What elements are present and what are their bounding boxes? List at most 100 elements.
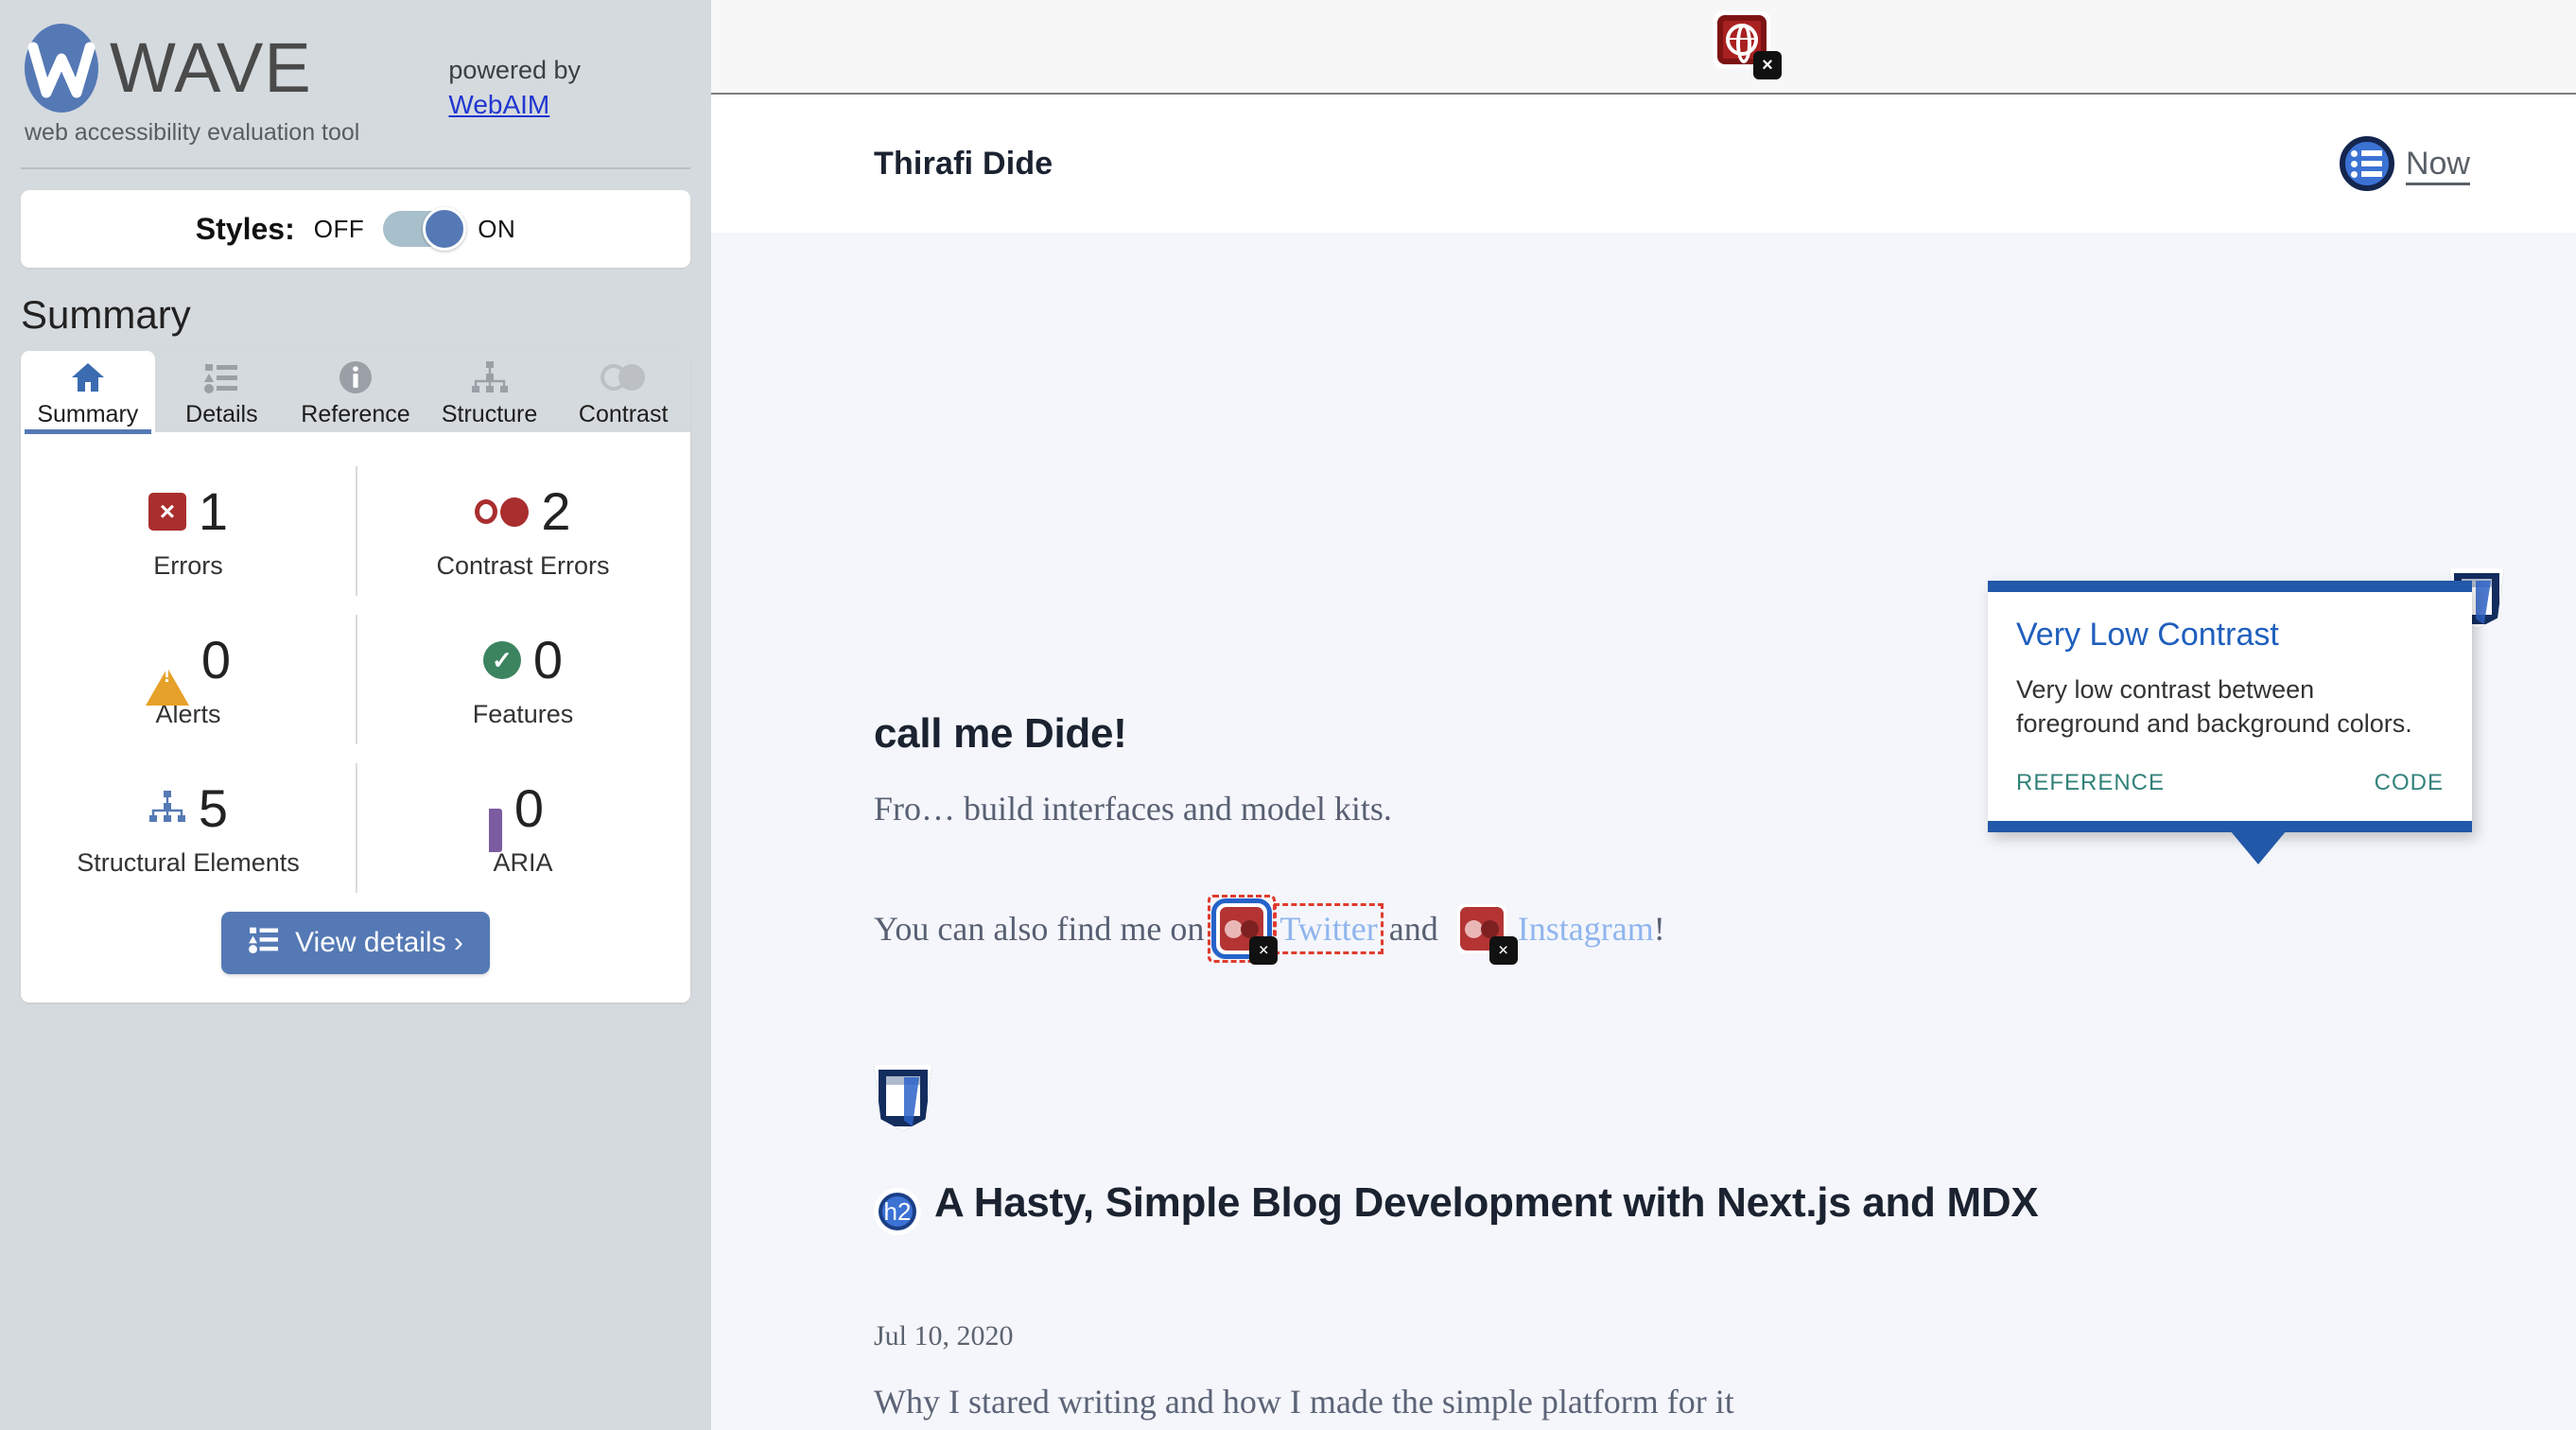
list-icon bbox=[203, 358, 239, 396]
wave-brand-row: WAVE web accessibility evaluation tool p… bbox=[21, 0, 690, 147]
tab-label: Structure bbox=[441, 401, 538, 427]
stats-grid: × 1 Errors 2 Contrast Errors ! 0 Alerts … bbox=[21, 432, 690, 902]
styles-label: Styles: bbox=[195, 211, 295, 246]
wave-logo-icon bbox=[21, 19, 102, 117]
article-date: Jul 10, 2020 bbox=[874, 1320, 1014, 1352]
stat-top: ✓ 0 bbox=[482, 630, 564, 689]
view-details-label: View details › bbox=[295, 927, 463, 958]
list-icon bbox=[248, 925, 280, 961]
stat-label: Structural Elements bbox=[77, 848, 300, 877]
stat-contrast-errors[interactable]: 2 Contrast Errors bbox=[356, 457, 690, 605]
tab-structure[interactable]: Structure bbox=[423, 351, 557, 432]
stats-row: 5 Structural Elements 0 ARIA bbox=[21, 754, 690, 902]
page-title: Summary bbox=[21, 292, 191, 337]
social-paragraph: You can also find me on × Twitter and × … bbox=[874, 895, 1665, 965]
stat-features[interactable]: ✓ 0 Features bbox=[356, 605, 690, 754]
stat-top: × 1 bbox=[148, 485, 228, 538]
globe-ring bbox=[1726, 24, 1758, 56]
stat-value: 0 bbox=[532, 630, 564, 689]
close-icon: × bbox=[1249, 936, 1279, 965]
site-header: Thirafi Dide Now bbox=[711, 95, 2576, 233]
error-icon: × bbox=[148, 493, 186, 531]
intro-paragraph: Fro… build interfaces and model kits. bbox=[874, 790, 1392, 828]
styles-off-label: OFF bbox=[313, 214, 365, 243]
summary-panel: Summary Details Reference Structure Cont… bbox=[21, 351, 690, 1003]
tabstrip: Summary Details Reference Structure Cont… bbox=[21, 351, 690, 434]
wave-app-root: WAVE web accessibility evaluation tool p… bbox=[0, 0, 2576, 1430]
stat-top: 0 bbox=[502, 782, 544, 835]
stat-value: 0 bbox=[513, 778, 545, 838]
stat-top: 5 bbox=[148, 782, 228, 835]
page-body: call me Dide! Fro… build interfaces and … bbox=[711, 233, 2576, 1430]
home-icon bbox=[70, 358, 106, 396]
wave-logo-block: WAVE bbox=[21, 19, 359, 117]
tab-summary[interactable]: Summary bbox=[21, 351, 155, 434]
stats-row: 0 Alerts ✓ 0 Features bbox=[21, 605, 690, 754]
close-icon: × bbox=[1753, 51, 1782, 79]
tooltip-reference-link[interactable]: REFERENCE bbox=[2016, 770, 2165, 796]
contrast-error-badge-twitter[interactable]: × bbox=[1208, 895, 1279, 965]
styles-toggle-switch[interactable] bbox=[383, 207, 467, 251]
contrast-icon bbox=[600, 358, 647, 396]
tab-contrast[interactable]: Contrast bbox=[556, 351, 690, 432]
tooltip-body: Very low contrast between foreground and… bbox=[2016, 675, 2412, 739]
tab-label: Contrast bbox=[578, 401, 669, 427]
stat-top: 2 bbox=[475, 481, 571, 541]
page-heading1: call me Dide! bbox=[874, 710, 1127, 757]
stat-label: Features bbox=[472, 700, 574, 728]
shield-glyph bbox=[874, 1065, 932, 1131]
stat-value: 2 bbox=[541, 481, 571, 541]
powered-by-block: powered by WebAIM bbox=[448, 19, 690, 120]
stat-alerts[interactable]: 0 Alerts bbox=[21, 605, 356, 754]
stat-value: 1 bbox=[198, 481, 229, 541]
tooltip-title: Very Low Contrast bbox=[2016, 617, 2279, 653]
powered-by-label: powered by bbox=[448, 56, 581, 84]
sidebar-divider bbox=[21, 167, 690, 169]
stat-structural-elements[interactable]: 5 Structural Elements bbox=[21, 754, 356, 902]
site-title: Thirafi Dide bbox=[874, 145, 1053, 182]
structure-icon bbox=[471, 358, 509, 396]
wave-tooltip: Very Low Contrast Very low contrast betw… bbox=[1988, 581, 2472, 864]
wave-sidebar: WAVE web accessibility evaluation tool p… bbox=[0, 0, 711, 1430]
evaluated-page-pane: × Thirafi Dide Now call me Dide! Fro… bu… bbox=[711, 0, 2576, 1430]
wave-brand: WAVE web accessibility evaluation tool bbox=[21, 19, 359, 147]
article-title: A Hasty, Simple Blog Development with Ne… bbox=[934, 1179, 2039, 1226]
styles-toggle-card: Styles: OFF ON bbox=[21, 190, 690, 268]
region-shield-icon[interactable] bbox=[874, 1065, 940, 1131]
social-conjunction: and bbox=[1388, 910, 1438, 948]
instagram-link[interactable]: Instagram bbox=[1518, 909, 1654, 949]
twitter-link[interactable]: Twitter bbox=[1274, 903, 1384, 954]
stat-aria[interactable]: 0 ARIA bbox=[356, 754, 690, 902]
nav-now[interactable]: Now bbox=[2339, 136, 2470, 191]
nav-now-label[interactable]: Now bbox=[2406, 146, 2470, 183]
wave-tagline: web accessibility evaluation tool bbox=[25, 119, 360, 146]
close-icon: × bbox=[1488, 936, 1518, 965]
stats-row: × 1 Errors 2 Contrast Errors bbox=[21, 457, 690, 605]
contrast-error-badge-instagram[interactable]: × bbox=[1456, 904, 1518, 965]
contrast-error-icon bbox=[475, 497, 530, 527]
tab-label: Summary bbox=[37, 401, 139, 427]
stat-errors[interactable]: × 1 Errors bbox=[21, 457, 356, 605]
tooltip-code-link[interactable]: CODE bbox=[2375, 770, 2444, 796]
webaim-link[interactable]: WebAIM bbox=[448, 90, 549, 120]
tab-reference[interactable]: Reference bbox=[288, 351, 423, 432]
tooltip-actions: REFERENCE CODE bbox=[2016, 770, 2444, 796]
styles-on-label: ON bbox=[478, 214, 516, 243]
tab-label: Details bbox=[185, 401, 258, 427]
h2-badge[interactable]: h2 bbox=[874, 1188, 921, 1235]
stat-label: Errors bbox=[153, 551, 223, 580]
styles-toggle-knob bbox=[423, 207, 467, 251]
social-suffix: ! bbox=[1653, 910, 1665, 948]
stat-label: ARIA bbox=[493, 848, 553, 877]
globe-error-icon[interactable]: × bbox=[1714, 11, 1782, 79]
feature-check-icon: ✓ bbox=[482, 641, 521, 679]
tooltip-arrow bbox=[2230, 829, 2287, 864]
tab-details[interactable]: Details bbox=[155, 351, 289, 432]
stat-label: Contrast Errors bbox=[436, 551, 610, 580]
structure-icon bbox=[148, 790, 186, 828]
article-description: Why I stared writing and how I made the … bbox=[874, 1383, 1734, 1421]
article-heading-row: h2 A Hasty, Simple Blog Development with… bbox=[874, 1178, 2470, 1235]
stat-value: 0 bbox=[200, 630, 232, 689]
stat-value: 5 bbox=[198, 778, 229, 838]
view-details-button[interactable]: View details › bbox=[221, 912, 490, 974]
